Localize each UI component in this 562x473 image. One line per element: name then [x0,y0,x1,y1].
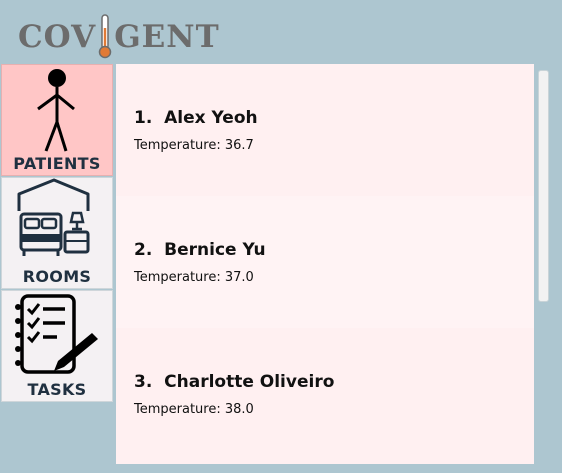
logo-text-right: GENT [114,19,220,55]
patient-card[interactable]: 2. Bernice Yu Temperature: 37.0 [116,196,534,328]
side-nav: PATIENTS ROOMS TASKS [1,64,113,403]
patient-index: 2. [134,240,153,260]
app-logo: COV GENT [18,14,220,60]
logo-text-left: COV [18,19,97,55]
patient-card[interactable]: 3. Charlotte Oliveiro Temperature: 38.0 [116,328,534,460]
patient-list: 1. Alex Yeoh Temperature: 36.7 2. Bernic… [116,64,534,464]
patient-temperature: Temperature: 36.7 [134,138,254,153]
nav-label-tasks: TASKS [27,380,87,399]
task-checklist-icon [15,294,98,374]
person-icon [37,69,75,152]
nav-label-patients: PATIENTS [13,154,101,173]
patient-name-text: Alex Yeoh [164,108,258,128]
patient-index: 1. [134,108,153,128]
patient-name-text: Charlotte Oliveiro [164,372,335,392]
nav-item-tasks[interactable]: TASKS [1,290,113,402]
nav-label-rooms: ROOMS [22,267,92,286]
patient-index: 3. [134,372,153,392]
patient-name: 2. Bernice Yu [134,240,266,260]
patient-name-text: Bernice Yu [164,240,266,260]
patient-temperature: Temperature: 38.0 [134,402,254,417]
thermometer-icon [98,14,112,59]
vertical-scrollbar[interactable] [537,64,550,464]
patient-card[interactable]: 1. Alex Yeoh Temperature: 36.7 [116,64,534,196]
patient-temperature: Temperature: 37.0 [134,270,254,285]
window-edge [550,64,562,464]
scrollbar-thumb[interactable] [538,70,549,302]
patient-name: 1. Alex Yeoh [134,108,258,128]
bedroom-icon [17,178,90,256]
nav-item-rooms[interactable]: ROOMS [1,177,113,289]
patient-name: 3. Charlotte Oliveiro [134,372,334,392]
nav-item-patients[interactable]: PATIENTS [1,64,113,176]
